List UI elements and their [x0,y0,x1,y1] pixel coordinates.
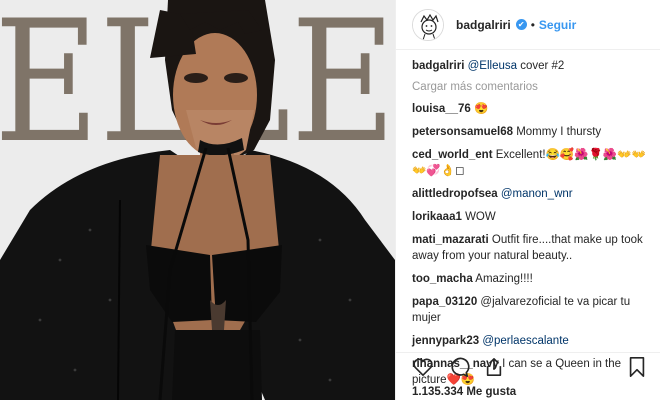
comment-mention[interactable]: @manon_wnr [498,188,573,200]
action-bar [412,356,646,380]
comment: alittledropofsea @manon_wnr [412,186,647,202]
likes-count[interactable]: 1.135.334 Me gusta [412,386,516,398]
comment-icon[interactable] [448,356,470,381]
comment-username[interactable]: mati_mazarati [412,234,489,246]
comment: louisa__76 😍 [412,101,647,117]
comment: ced_world_ent Excellent!😂🥰🌺🌹🌺👐👐👐💞👌◻ [412,147,647,179]
verified-badge-icon: ✔ [515,19,527,30]
avatar-drawing-icon [413,9,443,40]
comments-list: badgalriri @Elleusa cover #2 Cargar más … [396,58,660,395]
post-header: badgalriri ✔ • Seguir [396,0,660,50]
comment-text: Amazing!!!! [472,273,533,285]
comment-text: Mommy I thursty [513,126,602,138]
comment: jennypark23 @perlaescalante [412,333,647,349]
comment: petersonsamuel68 Mommy I thursty [412,124,647,140]
instagram-post: ELLE [0,0,660,400]
actions-divider [396,352,660,353]
comment-text: WOW [461,211,496,223]
comment: lorikaaa1 WOW [412,209,647,225]
comment-username[interactable]: ced_world_ent [412,149,493,161]
caption-mention[interactable]: @Elleusa [468,60,517,72]
comment: too_macha Amazing!!!! [412,271,647,287]
heart-icon[interactable] [412,357,434,380]
load-more-comments-button[interactable]: Cargar más comentarios [412,81,647,93]
comment-username[interactable]: alittledropofsea [412,188,498,200]
post-image[interactable]: ELLE [0,0,395,400]
comment-username[interactable]: too_macha [412,273,473,285]
caption: badgalriri @Elleusa cover #2 [412,58,647,74]
comment-username[interactable]: petersonsamuel68 [412,126,513,138]
share-icon[interactable] [484,356,504,381]
cover-photo: ELLE [0,0,395,400]
comment-username[interactable]: jennypark23 [412,335,479,347]
bookmark-icon[interactable] [628,356,646,381]
comment-username[interactable]: louisa__76 [412,103,471,115]
header-username[interactable]: badgalriri [456,18,511,32]
comment: mati_mazarati Outfit fire....that make u… [412,232,647,264]
caption-username[interactable]: badgalriri [412,60,464,72]
comment-mention[interactable]: @perlaescalante [479,335,568,347]
caption-text: cover #2 [517,60,565,72]
post-panel: badgalriri ✔ • Seguir badgalriri @Elleus… [395,0,660,400]
comment-username[interactable]: papa_03120 [412,296,477,308]
separator: • [530,17,535,32]
comment-username[interactable]: lorikaaa1 [412,211,462,223]
comment-text: 😍 [470,103,489,115]
comment: papa_03120 @jalvarezoficial te va picar … [412,294,647,326]
follow-button[interactable]: Seguir [539,18,576,32]
avatar[interactable] [412,8,444,41]
